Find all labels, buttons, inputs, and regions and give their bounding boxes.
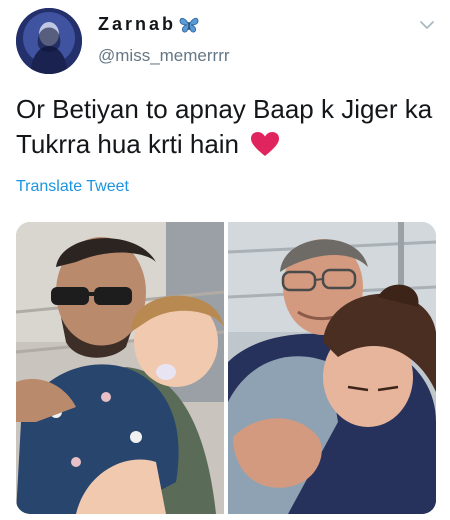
chevron-down-icon[interactable]: [418, 16, 436, 34]
display-name-text: Zarnab: [98, 14, 177, 34]
tweet-text: Or Betiyan to apnay Baap k Jiger ka Tukr…: [16, 92, 436, 162]
display-name[interactable]: Zarnab: [98, 14, 200, 35]
translate-tweet-link[interactable]: Translate Tweet: [16, 178, 129, 196]
father-hugging-daughter-photo: [228, 222, 436, 514]
media-photo-right[interactable]: [228, 222, 436, 514]
media-photo-left[interactable]: [16, 222, 224, 514]
tweet-media[interactable]: [16, 222, 436, 514]
butterfly-icon: [179, 17, 199, 33]
user-handle[interactable]: @miss_memerrrr: [98, 46, 230, 66]
avatar[interactable]: [16, 8, 82, 74]
avatar-image: [16, 8, 82, 74]
tweet-text-body: Or Betiyan to apnay Baap k Jiger ka Tukr…: [16, 94, 433, 159]
red-heart-icon: [251, 132, 280, 156]
father-holding-toddler-photo: [16, 222, 224, 514]
